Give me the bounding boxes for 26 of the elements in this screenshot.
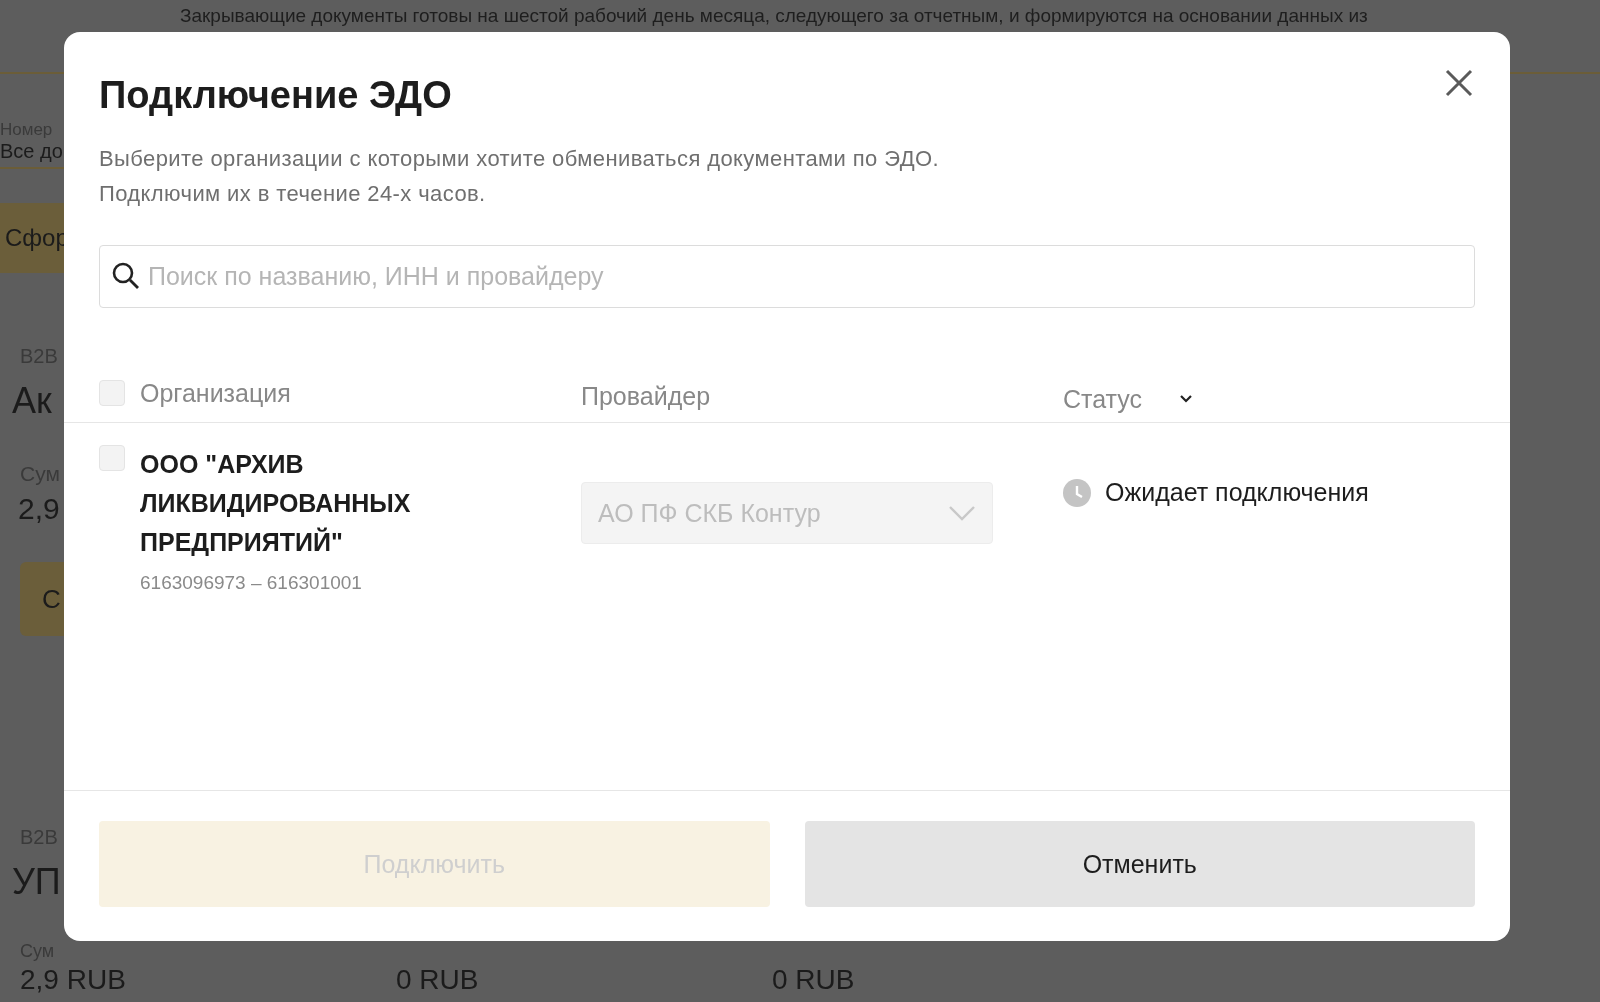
dialog-title: Подключение ЭДО [99, 74, 452, 117]
notice-text: Закрывающие документы готовы на шестой рабочий день месяца, следующего за отчетным, и формируются на основании данных из [180, 5, 1368, 27]
chevron-down-icon[interactable] [1179, 394, 1194, 404]
organization-ids: 6163096973 – 616301001 [140, 572, 363, 594]
amount-value: 0 RUB [396, 964, 479, 995]
card-title: УП [12, 861, 62, 903]
search-field[interactable]: Поиск по названию, ИНН и провайдеру [99, 245, 1475, 308]
amount-value: 2,9 RUB [20, 964, 126, 995]
sum-value: 2,9 [18, 492, 61, 526]
chevron-down-icon [948, 505, 976, 521]
clock-icon [1063, 478, 1091, 507]
description-text: Выберите организации с которыми хотите обмениваться документами по ЭДО. [99, 145, 940, 173]
search-icon [111, 261, 141, 291]
card-title: Ак [12, 380, 53, 422]
checkbox[interactable] [99, 445, 125, 471]
column-header: Организация [140, 378, 291, 408]
cancel-button[interactable]: Отменить [804, 821, 1475, 907]
close-icon[interactable] [1444, 68, 1474, 98]
organization-name: ООО "АРХИВ ЛИКВИДИРОВАННЫХ ПРЕДПРИЯТИЙ" [140, 449, 412, 558]
column-header[interactable]: Статус [1063, 384, 1143, 414]
card-button[interactable]: С [20, 562, 64, 636]
column-header: Провайдер [581, 381, 711, 411]
amount-value: 0 RUB [772, 964, 855, 995]
description-text: Подключим их в течение 24-х часов. [99, 180, 486, 208]
checkbox[interactable] [99, 380, 125, 406]
status-text: Ожидает подключения [1105, 478, 1369, 507]
